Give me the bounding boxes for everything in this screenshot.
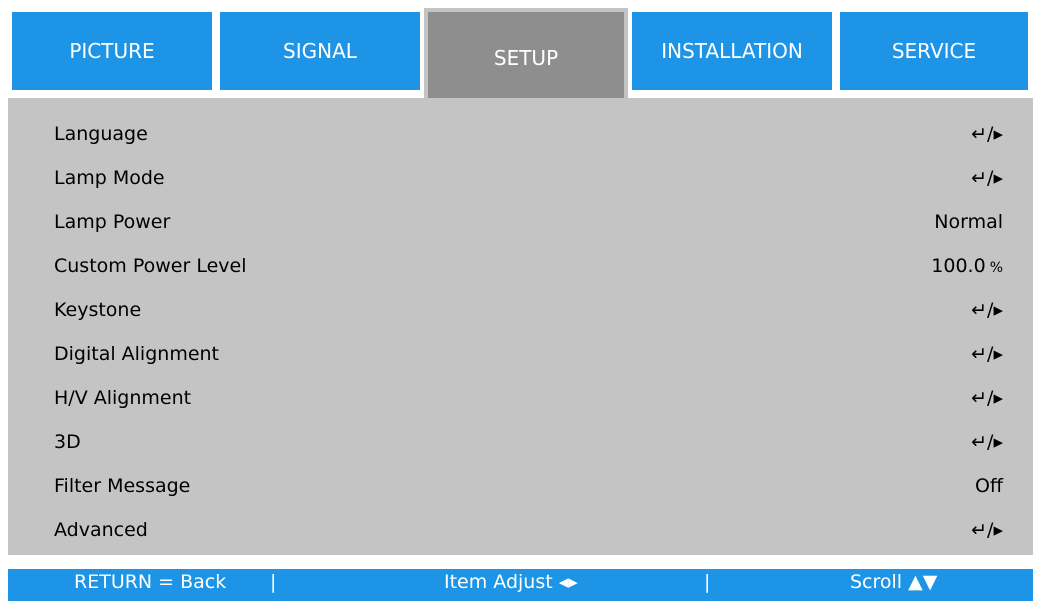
menu-item-value: Normal bbox=[934, 211, 1003, 233]
menu-item-label: Filter Message bbox=[54, 475, 191, 497]
enter-arrow-icon: ↵/▸ bbox=[971, 519, 1003, 541]
enter-arrow-icon: ↵/▸ bbox=[971, 343, 1003, 365]
power-level-number: 100.0 bbox=[931, 255, 986, 277]
menu-item-filter-message[interactable]: Filter Message Off bbox=[8, 466, 1033, 510]
enter-arrow-icon: ↵/▸ bbox=[971, 299, 1003, 321]
menu-item-label: 3D bbox=[54, 431, 81, 453]
menu-item-label: Language bbox=[54, 123, 148, 145]
menu-item-label: Custom Power Level bbox=[54, 255, 247, 277]
menu-item-keystone[interactable]: Keystone ↵/▸ bbox=[8, 290, 1033, 334]
enter-arrow-icon: ↵/▸ bbox=[971, 123, 1003, 145]
menu-panel: Language ↵/▸ Lamp Mode ↵/▸ Lamp Power No… bbox=[8, 98, 1033, 555]
tab-picture[interactable]: PICTURE bbox=[8, 8, 216, 94]
menu-item-hv-alignment[interactable]: H/V Alignment ↵/▸ bbox=[8, 378, 1033, 422]
tab-service[interactable]: SERVICE bbox=[836, 8, 1032, 94]
menu-item-lamp-mode[interactable]: Lamp Mode ↵/▸ bbox=[8, 158, 1033, 202]
menu-item-3d[interactable]: 3D ↵/▸ bbox=[8, 422, 1033, 466]
return-hint: RETURN = Back bbox=[74, 571, 227, 593]
power-level-unit: % bbox=[989, 260, 1003, 276]
menu-item-label: Digital Alignment bbox=[54, 343, 220, 365]
adjust-hint: Item Adjust ◂▸ bbox=[444, 571, 578, 593]
menu-item-label: Lamp Power bbox=[54, 211, 171, 233]
menu-item-value: Off bbox=[974, 475, 1003, 497]
osd-menu: PICTURE SIGNAL SETUP INSTALLATION SERVIC… bbox=[0, 0, 1037, 601]
tab-signal[interactable]: SIGNAL bbox=[216, 8, 424, 94]
menu-item-lamp-power[interactable]: Lamp Power Normal bbox=[8, 202, 1033, 246]
enter-arrow-icon: ↵/▸ bbox=[971, 167, 1003, 189]
hint-separator: | bbox=[270, 571, 277, 593]
scroll-hint: Scroll ▲▼ bbox=[850, 571, 938, 593]
menu-item-language[interactable]: Language ↵/▸ bbox=[8, 114, 1033, 158]
enter-arrow-icon: ↵/▸ bbox=[971, 431, 1003, 453]
menu-item-label: Lamp Mode bbox=[54, 167, 165, 189]
menu-item-advanced[interactable]: Advanced ↵/▸ bbox=[8, 510, 1033, 554]
menu-item-digital-alignment[interactable]: Digital Alignment ↵/▸ bbox=[8, 334, 1033, 378]
hint-separator: | bbox=[704, 571, 711, 593]
menu-item-custom-power-level[interactable]: Custom Power Level 100.0% bbox=[8, 246, 1033, 290]
tab-bar: PICTURE SIGNAL SETUP INSTALLATION SERVIC… bbox=[8, 8, 1032, 104]
menu-item-label: Advanced bbox=[54, 519, 148, 541]
menu-item-label: Keystone bbox=[54, 299, 142, 321]
menu-item-value: 100.0% bbox=[931, 255, 1003, 277]
tab-installation[interactable]: INSTALLATION bbox=[628, 8, 836, 94]
tab-setup[interactable]: SETUP bbox=[424, 8, 628, 104]
footer-divider bbox=[0, 555, 1037, 569]
enter-arrow-icon: ↵/▸ bbox=[971, 387, 1003, 409]
menu-item-label: H/V Alignment bbox=[54, 387, 192, 409]
hint-bar: RETURN = Back | Item Adjust ◂▸ | Scroll … bbox=[8, 569, 1033, 601]
